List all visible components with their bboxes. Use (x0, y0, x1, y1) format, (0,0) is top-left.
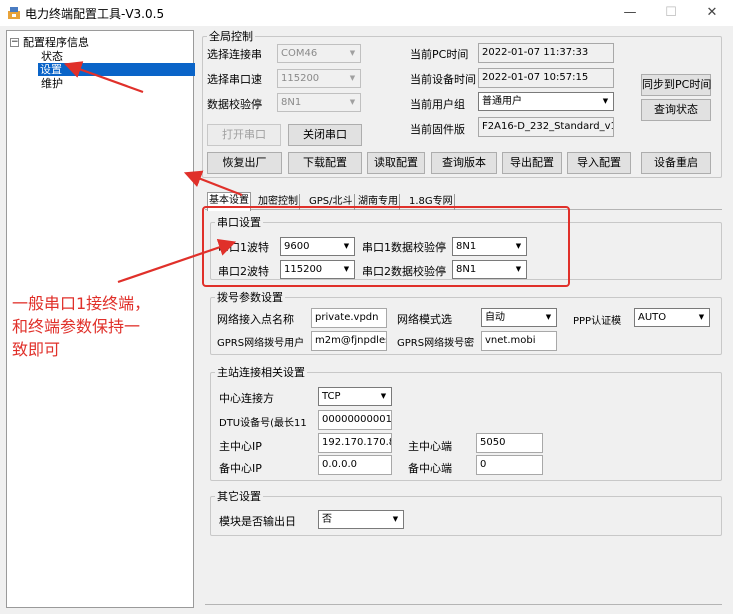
master-station-legend: 主站连接相关设置 (217, 366, 305, 379)
gprs-password-label: GPRS网络拨号密 (397, 338, 475, 349)
net-mode-label: 网络模式选 (397, 313, 452, 326)
annotation-line-3: 致即可 (12, 340, 61, 359)
gprs-password-input[interactable]: vnet.mobi (481, 331, 557, 351)
conn-mode-select[interactable]: TCP ▼ (318, 387, 392, 406)
main-port-input[interactable]: 5050 (476, 433, 543, 453)
highlight-box (202, 206, 570, 287)
annotation-arrow-to-tab (183, 170, 243, 197)
chevron-down-icon: ▼ (392, 515, 399, 523)
backup-ip-input[interactable]: 0.0.0.0 (318, 455, 392, 475)
annotation-line-2: 和终端参数保持一 (12, 317, 141, 336)
apn-label: 网络接入点名称 (217, 313, 294, 326)
gprs-user-label: GPRS网络拨号用户 (217, 338, 305, 349)
backup-port-input[interactable]: 0 (476, 455, 543, 475)
chevron-down-icon: ▼ (380, 392, 387, 400)
backup-port-label: 备中心端 (408, 462, 452, 475)
ppp-auth-label: PPP认证模 (573, 316, 622, 327)
gprs-user-input[interactable]: m2m@fjnpdlesy.v (311, 331, 387, 351)
annotation-arrow-to-serial (117, 238, 237, 284)
bottom-divider (205, 604, 722, 605)
ppp-auth-select[interactable]: AUTO ▼ (634, 308, 710, 327)
backup-ip-label: 备中心IP (219, 462, 262, 475)
other-settings-legend: 其它设置 (217, 490, 261, 503)
apn-input[interactable]: private.vpdn (311, 308, 387, 328)
chevron-down-icon: ▼ (698, 313, 705, 321)
net-mode-select[interactable]: 自动 ▼ (481, 308, 557, 327)
annotation-arrow-to-settings (63, 61, 144, 94)
main-ip-input[interactable]: 192.170.170.8 (318, 433, 392, 453)
log-output-select[interactable]: 否 ▼ (318, 510, 404, 529)
dial-settings-legend: 拨号参数设置 (217, 291, 283, 304)
annotation-line-1: 一般串口1接终端， (12, 294, 151, 313)
main-port-label: 主中心端 (408, 440, 452, 453)
chevron-down-icon: ▼ (545, 313, 552, 321)
dtu-id-label: DTU设备号(最长11 (219, 418, 307, 429)
main-ip-label: 主中心IP (219, 440, 262, 453)
log-output-label: 模块是否输出日 (219, 515, 296, 528)
conn-mode-label: 中心连接方 (219, 392, 274, 405)
dtu-id-input[interactable]: 00000000001 (318, 410, 392, 430)
